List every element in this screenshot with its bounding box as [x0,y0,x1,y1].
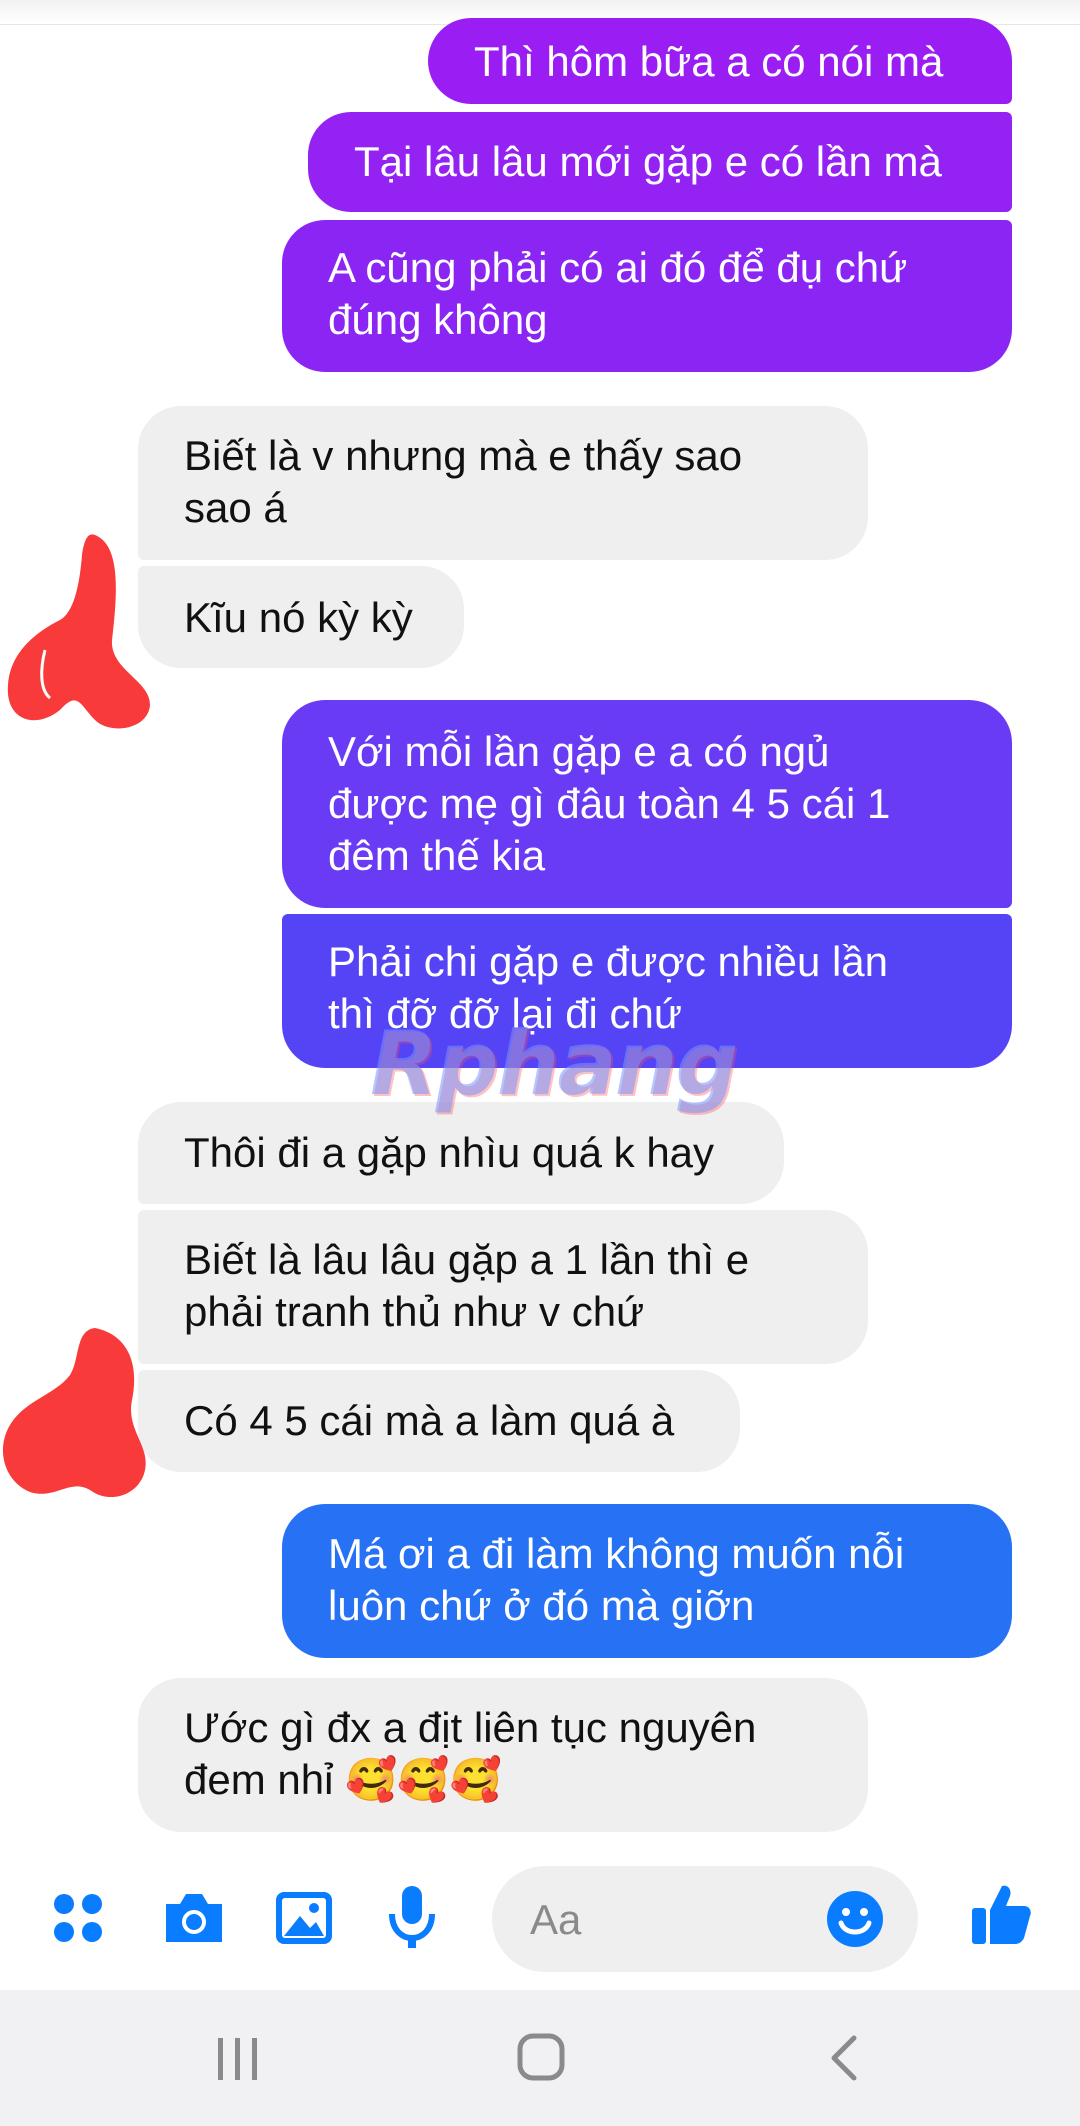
message-input[interactable] [528,1892,822,1948]
message-bubble-incoming[interactable]: Biết là lâu lâu gặp a 1 lần thì e phải t… [138,1210,868,1364]
red-scribble-redaction [7,534,150,729]
recent-apps-icon[interactable] [214,2036,262,2082]
image-icon[interactable] [274,1890,334,1946]
emoji-icon[interactable] [826,1890,884,1948]
message-bubble-incoming[interactable]: Ước gì đx a địt liên tục nguyên đem nhỉ … [138,1678,868,1832]
system-navigation-bar [0,1990,1080,2126]
microphone-icon[interactable] [388,1884,436,1952]
message-bubble-incoming[interactable]: Kĩu nó kỳ kỳ [138,566,464,668]
message-list[interactable]: Thì hôm bữa a có nói mà Tại lâu lâu mới … [0,0,1080,1840]
composer-bar [0,1840,1080,1990]
menu-icon[interactable] [52,1892,104,1944]
message-bubble-incoming[interactable]: Biết là v nhưng mà e thấy sao sao á [138,406,868,560]
message-bubble-outgoing[interactable]: Má ơi a đi làm không muốn nỗi luôn chứ ở… [282,1504,1012,1658]
red-scribble-redaction [2,1328,146,1498]
message-bubble-outgoing[interactable]: Phải chi gặp e được nhiều lần thì đỡ đỡ … [282,914,1012,1068]
message-bubble-outgoing[interactable]: Thì hôm bữa a có nói mà [428,18,1012,104]
message-bubble-incoming[interactable]: Có 4 5 cái mà a làm quá à [138,1370,740,1472]
message-bubble-incoming[interactable]: Thôi đi a gặp nhìu quá k hay [138,1102,784,1204]
message-bubble-outgoing[interactable]: Với mỗi lần gặp e a có ngủ được mẹ gì đâ… [282,700,1012,908]
thumbs-up-icon[interactable] [970,1882,1032,1946]
home-icon[interactable] [516,2032,566,2082]
camera-icon[interactable] [162,1890,226,1946]
message-input-container[interactable] [492,1866,918,1972]
message-bubble-outgoing[interactable]: Tại lâu lâu mới gặp e có lần mà [308,112,1012,212]
back-icon[interactable] [826,2034,860,2082]
message-bubble-outgoing[interactable]: A cũng phải có ai đó để đụ chứ đúng khôn… [282,220,1012,372]
